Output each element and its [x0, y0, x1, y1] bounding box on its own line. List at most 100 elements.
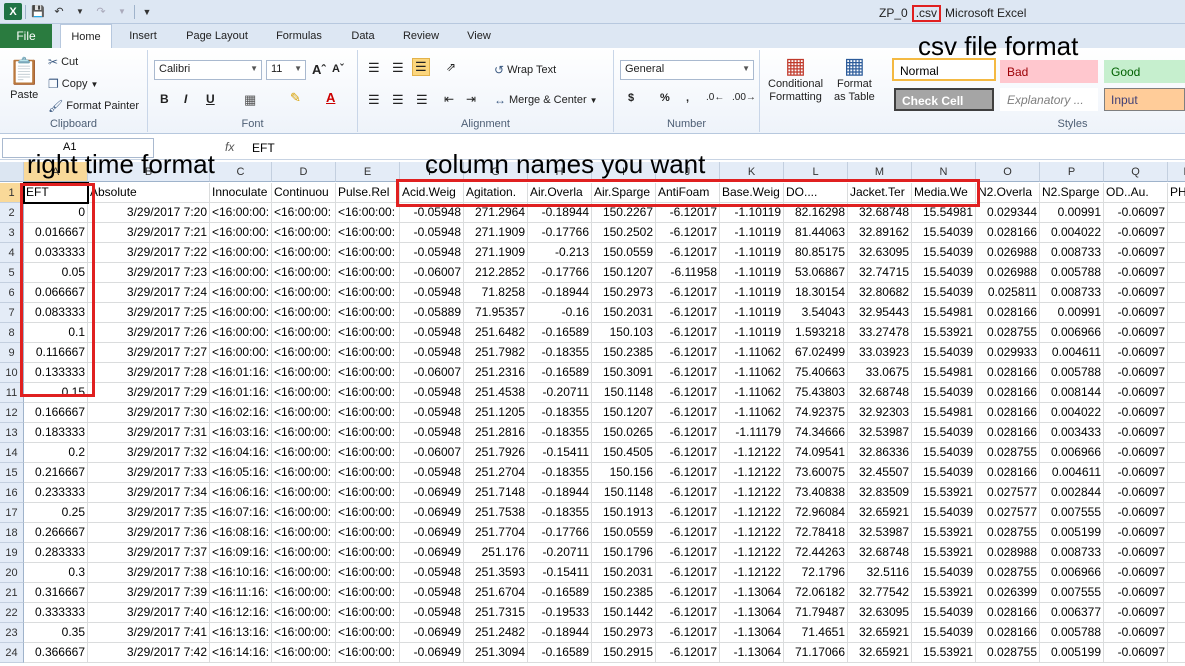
table-cell[interactable]: 15.54039: [912, 263, 976, 283]
table-cell[interactable]: <16:00:00:: [272, 203, 336, 223]
table-cell[interactable]: 0.283333: [24, 543, 88, 563]
table-cell[interactable]: -0.213: [528, 243, 592, 263]
table-cell[interactable]: -0.05948: [400, 323, 464, 343]
table-cell[interactable]: 0.004022: [1040, 403, 1104, 423]
table-cell[interactable]: 0.026399: [976, 583, 1040, 603]
format-painter-button[interactable]: 🖌 Format Painter: [48, 99, 139, 113]
table-cell[interactable]: 0.026988: [976, 263, 1040, 283]
table-cell[interactable]: <16:00:00:: [210, 323, 272, 343]
table-cell[interactable]: -0.05948: [400, 223, 464, 243]
table-cell[interactable]: 72.96084: [784, 503, 848, 523]
paste-button[interactable]: 📋 Paste: [8, 56, 40, 101]
table-cell[interactable]: 3/29/2017 7:23: [88, 263, 210, 283]
table-cell[interactable]: -0.06097: [1104, 283, 1168, 303]
table-cell[interactable]: -0.18355: [528, 343, 592, 363]
table-cell[interactable]: 15.53921: [912, 643, 976, 663]
table-cell[interactable]: 0.3: [24, 563, 88, 583]
table-cell[interactable]: 7: [1168, 323, 1185, 343]
grow-font-icon[interactable]: Aˆ: [312, 62, 326, 77]
table-cell[interactable]: 0.333333: [24, 603, 88, 623]
table-cell[interactable]: -0.06097: [1104, 623, 1168, 643]
table-cell[interactable]: 251.2704: [464, 463, 528, 483]
table-cell[interactable]: -0.15411: [528, 563, 592, 583]
table-cell[interactable]: <16:00:00:: [210, 203, 272, 223]
table-cell[interactable]: 15.54039: [912, 343, 976, 363]
table-cell[interactable]: -1.10119: [720, 283, 784, 303]
table-cell[interactable]: 251.6704: [464, 583, 528, 603]
table-cell[interactable]: 32.74715: [848, 263, 912, 283]
table-cell[interactable]: -0.18944: [528, 283, 592, 303]
table-cell[interactable]: <16:00:00:: [272, 243, 336, 263]
table-cell[interactable]: -1.11062: [720, 403, 784, 423]
table-cell[interactable]: <16:00:00:: [272, 543, 336, 563]
table-cell[interactable]: 33.0675: [848, 363, 912, 383]
table-cell[interactable]: 150.1148: [592, 383, 656, 403]
table-cell[interactable]: 3/29/2017 7:30: [88, 403, 210, 423]
table-cell[interactable]: -0.05948: [400, 463, 464, 483]
table-cell[interactable]: -1.12122: [720, 543, 784, 563]
table-cell[interactable]: <16:00:00:: [272, 383, 336, 403]
table-cell[interactable]: <16:00:00:: [336, 503, 400, 523]
row-header[interactable]: 20: [0, 563, 24, 583]
table-cell[interactable]: 0.216667: [24, 463, 88, 483]
table-cell[interactable]: <16:00:00:: [336, 543, 400, 563]
column-name-cell[interactable]: Base.Weig: [720, 183, 784, 203]
number-format-dropdown[interactable]: General ▼: [620, 60, 754, 80]
align-right-icon[interactable]: ☰: [416, 92, 428, 108]
tab-formulas[interactable]: Formulas: [266, 24, 332, 48]
table-cell[interactable]: -6.12017: [656, 443, 720, 463]
table-cell[interactable]: -0.06097: [1104, 523, 1168, 543]
font-name-dropdown[interactable]: Calibri ▼: [154, 60, 262, 80]
table-cell[interactable]: -0.20711: [528, 543, 592, 563]
row-header[interactable]: 23: [0, 623, 24, 643]
column-header-o[interactable]: O: [976, 162, 1040, 182]
table-cell[interactable]: -0.06949: [400, 623, 464, 643]
table-cell[interactable]: -0.17766: [528, 223, 592, 243]
align-top-icon[interactable]: ☰: [368, 60, 380, 76]
table-cell[interactable]: <16:00:00:: [210, 223, 272, 243]
table-cell[interactable]: -0.05889: [400, 303, 464, 323]
table-cell[interactable]: <16:00:00:: [336, 563, 400, 583]
table-cell[interactable]: 150.1913: [592, 503, 656, 523]
table-cell[interactable]: -6.12017: [656, 383, 720, 403]
table-cell[interactable]: 0.366667: [24, 643, 88, 663]
table-cell[interactable]: 32.65921: [848, 503, 912, 523]
table-cell[interactable]: 7: [1168, 243, 1185, 263]
table-cell[interactable]: 150.3091: [592, 363, 656, 383]
table-cell[interactable]: -0.06097: [1104, 323, 1168, 343]
table-cell[interactable]: -0.16589: [528, 323, 592, 343]
row-header[interactable]: 4: [0, 243, 24, 263]
tab-insert[interactable]: Insert: [118, 24, 168, 48]
table-cell[interactable]: 32.63095: [848, 243, 912, 263]
table-cell[interactable]: 15.54981: [912, 203, 976, 223]
row-header[interactable]: 10: [0, 363, 24, 383]
table-cell[interactable]: -0.18355: [528, 403, 592, 423]
table-cell[interactable]: 32.92303: [848, 403, 912, 423]
table-cell[interactable]: <16:00:00:: [336, 423, 400, 443]
table-cell[interactable]: <16:00:00:: [336, 263, 400, 283]
table-cell[interactable]: -6.12017: [656, 543, 720, 563]
table-cell[interactable]: 15.54039: [912, 603, 976, 623]
table-cell[interactable]: -6.12017: [656, 303, 720, 323]
table-cell[interactable]: 0.027577: [976, 503, 1040, 523]
table-cell[interactable]: <16:00:00:: [336, 523, 400, 543]
table-cell[interactable]: <16:00:00:: [210, 263, 272, 283]
column-header-d[interactable]: D: [272, 162, 336, 182]
table-cell[interactable]: 15.53921: [912, 323, 976, 343]
table-cell[interactable]: -0.16589: [528, 583, 592, 603]
align-center-icon[interactable]: ☰: [392, 92, 404, 108]
column-name-cell[interactable]: Pulse.Rel: [336, 183, 400, 203]
formula-input[interactable]: EFT: [252, 141, 275, 155]
table-cell[interactable]: 0.005788: [1040, 363, 1104, 383]
table-cell[interactable]: <16:00:00:: [336, 243, 400, 263]
table-cell[interactable]: 150.0265: [592, 423, 656, 443]
table-cell[interactable]: <16:03:16:: [210, 423, 272, 443]
table-cell[interactable]: -0.06949: [400, 643, 464, 663]
increase-decimal-icon[interactable]: .0←: [706, 92, 724, 103]
table-cell[interactable]: 72.1796: [784, 563, 848, 583]
table-cell[interactable]: -1.12122: [720, 463, 784, 483]
row-header[interactable]: 11: [0, 383, 24, 403]
table-cell[interactable]: 0.028988: [976, 543, 1040, 563]
row-header[interactable]: 1: [0, 183, 24, 203]
table-cell[interactable]: 15.54039: [912, 283, 976, 303]
